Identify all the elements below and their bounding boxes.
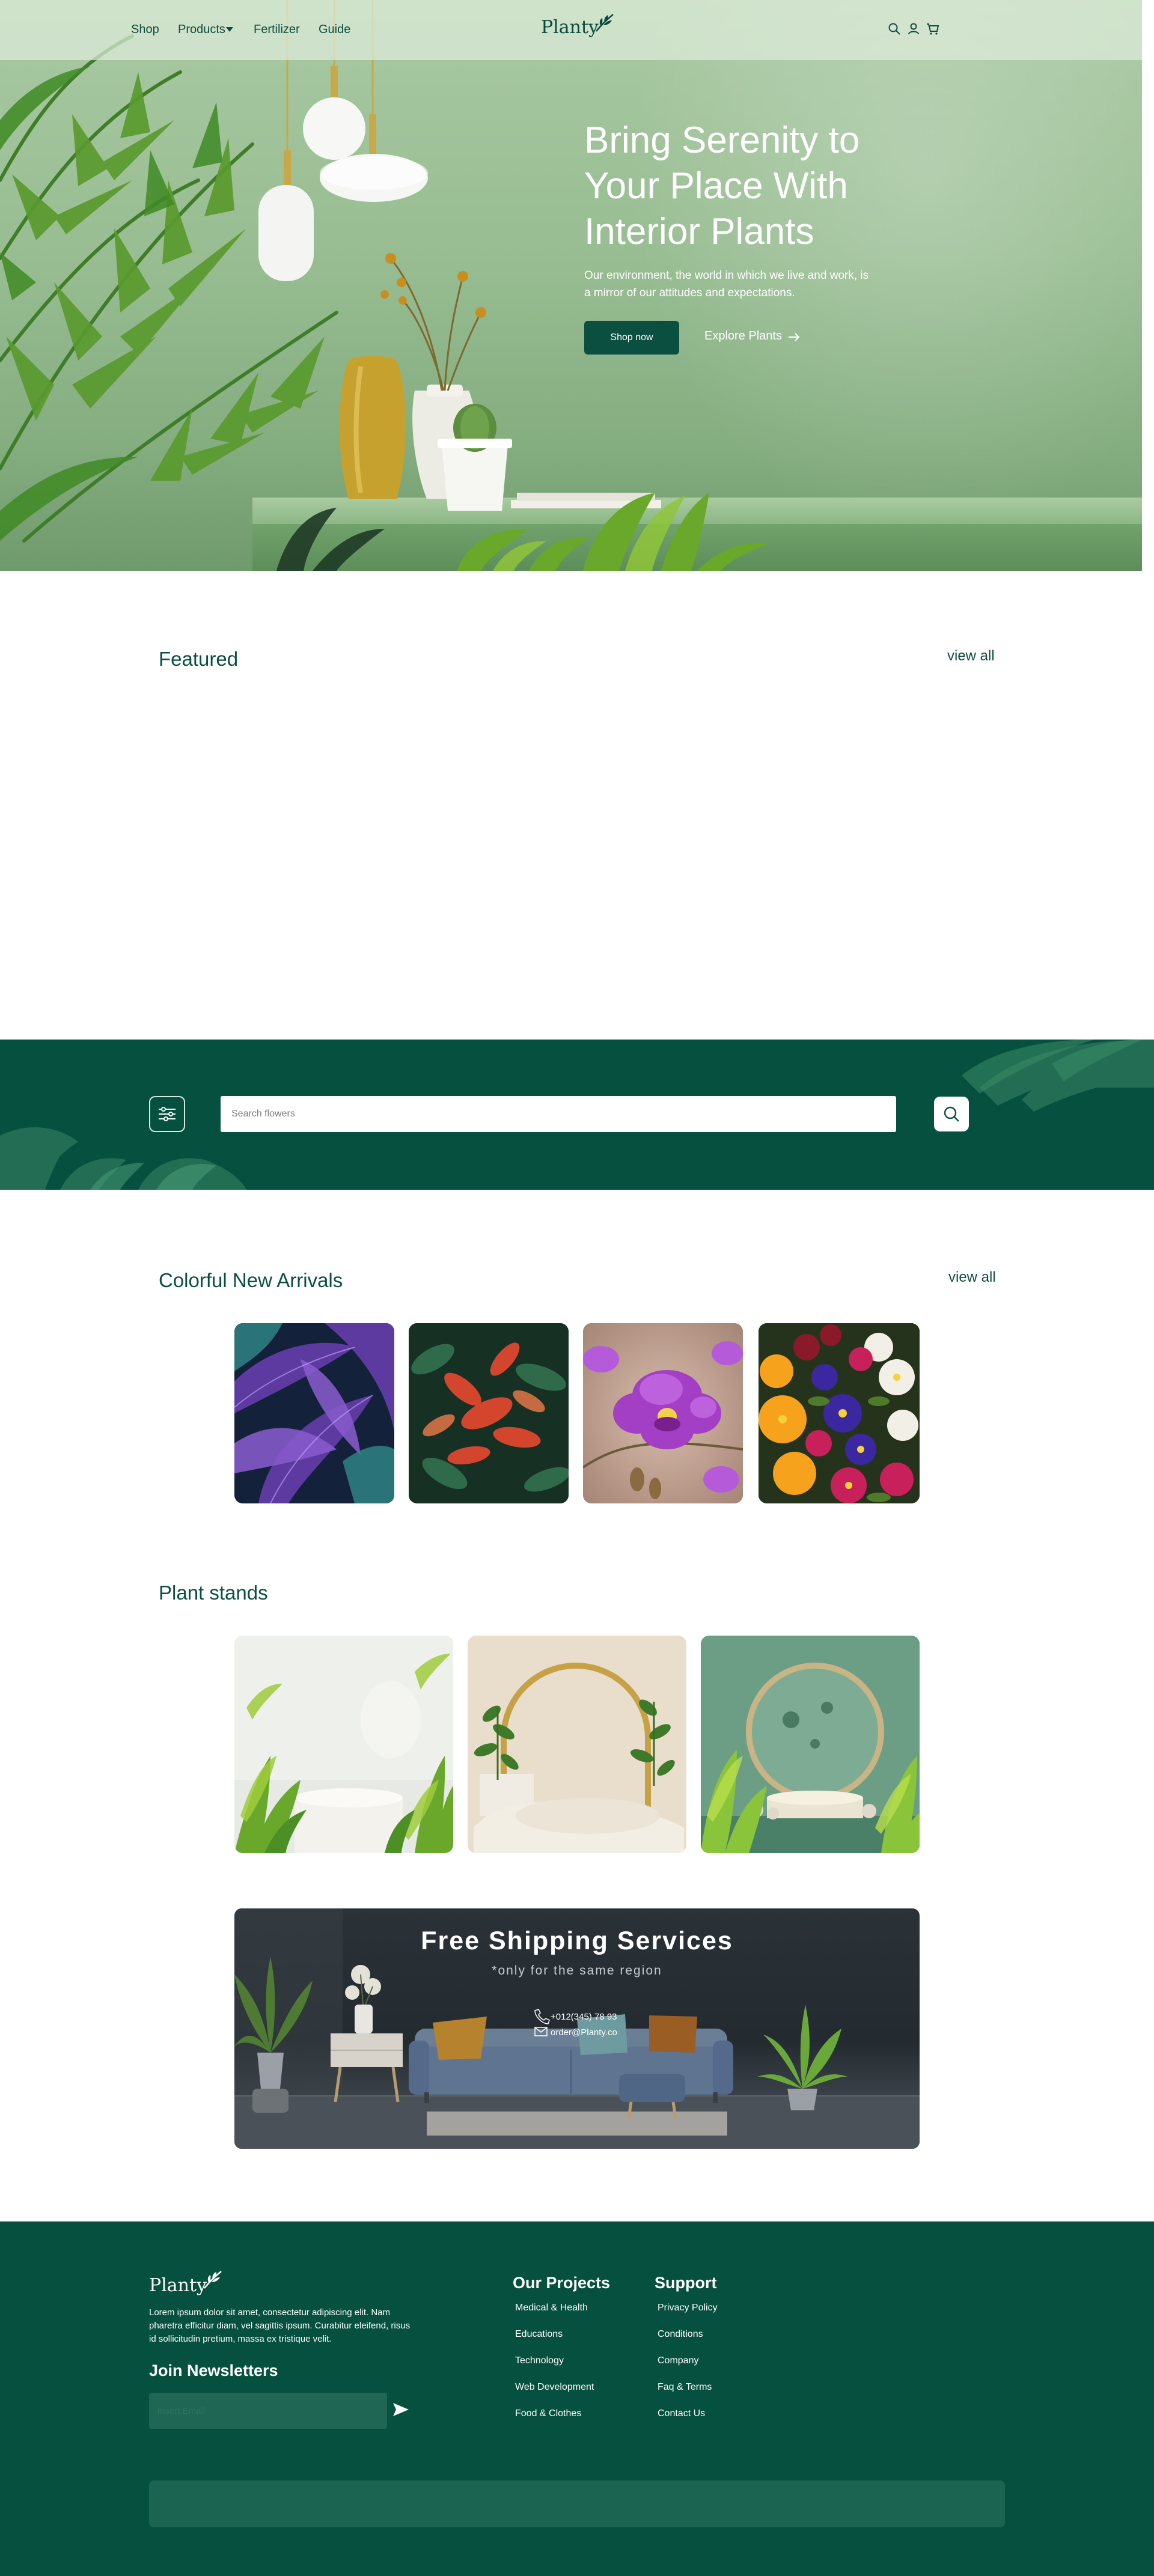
- orchid-flower-image: [583, 1323, 743, 1503]
- arrival-card-primula[interactable]: [759, 1323, 920, 1503]
- shipping-phone[interactable]: +012(345) 78 93: [551, 2012, 617, 2022]
- footer-link-company[interactable]: Company: [658, 2355, 698, 2366]
- support-column-title: Support: [655, 2274, 717, 2292]
- search-icon: [944, 1106, 959, 1122]
- purple-leaf-plant-image: [234, 1323, 394, 1503]
- brand-logo[interactable]: Planty: [541, 14, 614, 38]
- footer-link-medical-health[interactable]: Medical & Health: [515, 2303, 588, 2313]
- hero-section: Shop Products Fertilizer Guide Planty Br…: [0, 0, 1142, 571]
- leaf-icon: [596, 14, 614, 32]
- gold-arch-stand-image: [468, 1636, 686, 1853]
- arrival-card-red-foliage[interactable]: [409, 1323, 569, 1503]
- send-icon: [393, 2402, 409, 2416]
- footer-link-contact-us[interactable]: Contact Us: [658, 2408, 705, 2419]
- footer-link-food-clothes[interactable]: Food & Clothes: [515, 2408, 581, 2419]
- footer-link-conditions[interactable]: Conditions: [658, 2329, 703, 2340]
- phone-icon: [534, 2009, 550, 2024]
- explore-plants-link[interactable]: Explore Plants: [704, 329, 782, 343]
- shop-now-button[interactable]: Shop now: [584, 321, 679, 355]
- primula-flowers-image: [759, 1323, 920, 1503]
- shipping-subtitle: *only for the same region: [492, 1964, 662, 1978]
- red-foliage-plant-image: [409, 1323, 569, 1503]
- stand-card-white-podium[interactable]: [234, 1636, 453, 1853]
- arrow-right-icon[interactable]: [787, 332, 801, 343]
- nav-link-fertilizer[interactable]: Fertilizer: [254, 23, 300, 37]
- sliders-icon: [159, 1107, 176, 1121]
- footer-description: Lorem ipsum dolor sit amet, consectetur …: [149, 2307, 411, 2344]
- filter-button[interactable]: [149, 1096, 185, 1132]
- shipping-title: Free Shipping Services: [421, 1926, 733, 1955]
- search-submit-button[interactable]: [934, 1097, 969, 1131]
- page-root: Shop Products Fertilizer Guide Planty Br…: [0, 0, 1154, 2576]
- footer-link-privacy-policy[interactable]: Privacy Policy: [658, 2303, 718, 2313]
- hero-title: Bring Serenity to Your Place With Interi…: [584, 120, 860, 252]
- featured-title: Featured: [159, 648, 239, 670]
- search-flowers-input[interactable]: [221, 1096, 896, 1132]
- footer-link-faq-terms[interactable]: Faq & Terms: [658, 2382, 712, 2393]
- green-ring-stand-image: [701, 1636, 920, 1853]
- white-podium-stand-image: [234, 1636, 453, 1853]
- search-icon[interactable]: [887, 22, 902, 36]
- arrivals-view-all-link[interactable]: view all: [948, 1269, 996, 1286]
- hero-subtitle: Our environment, the world in which we l…: [584, 269, 869, 299]
- stands-title: Plant stands: [159, 1582, 268, 1604]
- newsletter-title: Join Newsletters: [149, 2361, 278, 2380]
- shipping-email[interactable]: order@Planty.co: [551, 2027, 617, 2038]
- stand-card-green-ring[interactable]: [701, 1636, 920, 1853]
- footer-link-educations[interactable]: Educations: [515, 2329, 563, 2340]
- nav-link-guide[interactable]: Guide: [319, 23, 350, 37]
- footer-link-technology[interactable]: Technology: [515, 2355, 564, 2366]
- stand-card-gold-arch[interactable]: [468, 1636, 686, 1853]
- arrivals-title: Colorful New Arrivals: [159, 1269, 343, 1291]
- featured-view-all-link[interactable]: view all: [947, 648, 995, 665]
- footer-link-web-development[interactable]: Web Development: [515, 2382, 594, 2393]
- arrival-card-purple-leaves[interactable]: [234, 1323, 394, 1503]
- projects-column-title: Our Projects: [513, 2274, 611, 2292]
- nav-link-shop[interactable]: Shop: [131, 23, 159, 37]
- footer-logo-text: Planty: [149, 2275, 207, 2296]
- newsletter-email-input[interactable]: [149, 2393, 387, 2429]
- footer-logo[interactable]: Planty: [149, 2271, 222, 2296]
- leaf-icon: [204, 2271, 222, 2289]
- newsletter-send-button[interactable]: [392, 2402, 410, 2418]
- user-icon[interactable]: [906, 22, 921, 36]
- footer-bottom-bar: [149, 2480, 1005, 2527]
- nav-link-products[interactable]: Products: [178, 23, 225, 37]
- chevron-down-icon[interactable]: [226, 27, 233, 32]
- free-shipping-banner: Free Shipping Services *only for the sam…: [234, 1908, 920, 2149]
- cart-icon[interactable]: [926, 22, 940, 36]
- logo-text: Planty: [541, 17, 599, 38]
- hero-illustration: [0, 0, 769, 571]
- arrival-card-orchid[interactable]: [583, 1323, 743, 1503]
